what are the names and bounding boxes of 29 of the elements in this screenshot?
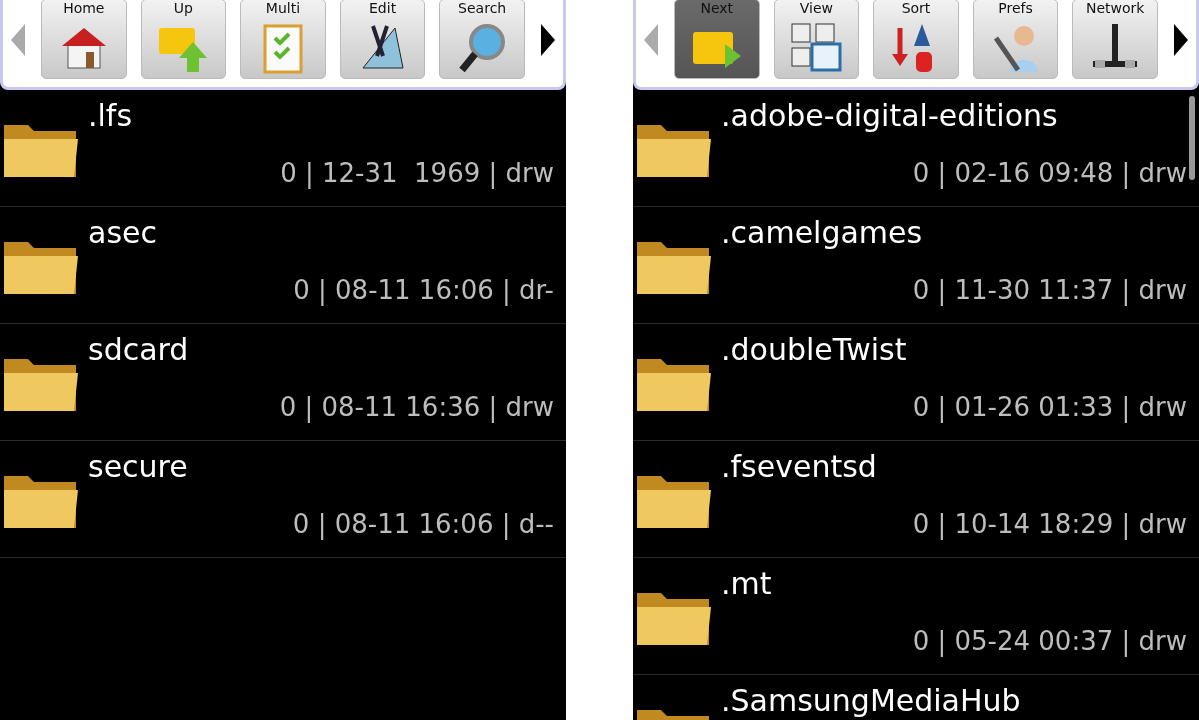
folder-name[interactable]: .doubleTwist xyxy=(721,324,1199,386)
folder-details: 0 | 08-11 16:06 | d-- xyxy=(291,507,555,542)
folder-name[interactable]: .SamsungMediaHub xyxy=(721,675,1199,720)
folder-details: 0 | 08-11 16:06 | dr- xyxy=(292,273,555,308)
folder-name[interactable]: .camelgames xyxy=(721,207,1199,269)
folder-name[interactable]: sdcard xyxy=(88,324,566,386)
scrollbar[interactable] xyxy=(1189,96,1195,180)
toolbar-button[interactable]: Edit xyxy=(339,0,426,79)
folder-name[interactable]: .mt xyxy=(721,558,1199,620)
folder-name[interactable]: .lfs xyxy=(88,90,566,152)
toolbar-button[interactable]: Prefs xyxy=(972,0,1059,79)
folder-details: 0 | 08-11 16:36 | drw xyxy=(278,390,555,425)
folder-name[interactable]: .fseventsd xyxy=(721,441,1199,503)
toolbar-button[interactable]: View xyxy=(773,0,860,79)
folder-name[interactable]: .adobe-digital-editions xyxy=(721,90,1199,152)
toolbar-button[interactable]: Network xyxy=(1072,0,1158,79)
toolbar-button[interactable]: Sort xyxy=(873,0,959,79)
folder-details: 0 | 02-16 09:48 | drw xyxy=(911,156,1188,191)
toolbar-button[interactable]: Up xyxy=(140,0,227,79)
folder-details: 0 | 01-26 01:33 | drw xyxy=(911,390,1188,425)
folder-details: 0 | 05-24 00:37 | drw xyxy=(911,624,1188,659)
toolbar-button[interactable]: Search xyxy=(439,0,525,79)
folder-details: 0 | 10-14 18:29 | drw xyxy=(911,507,1188,542)
folder-details: 0 | 11-30 11:37 | drw xyxy=(911,273,1188,308)
folder-name[interactable]: asec xyxy=(88,207,566,269)
toolbar-button[interactable]: Home xyxy=(41,0,127,79)
toolbar-button[interactable]: Multi xyxy=(240,0,326,79)
folder-details: 0 | 12-31 1969 | drw xyxy=(279,156,555,191)
folder-name[interactable]: secure xyxy=(88,441,566,503)
